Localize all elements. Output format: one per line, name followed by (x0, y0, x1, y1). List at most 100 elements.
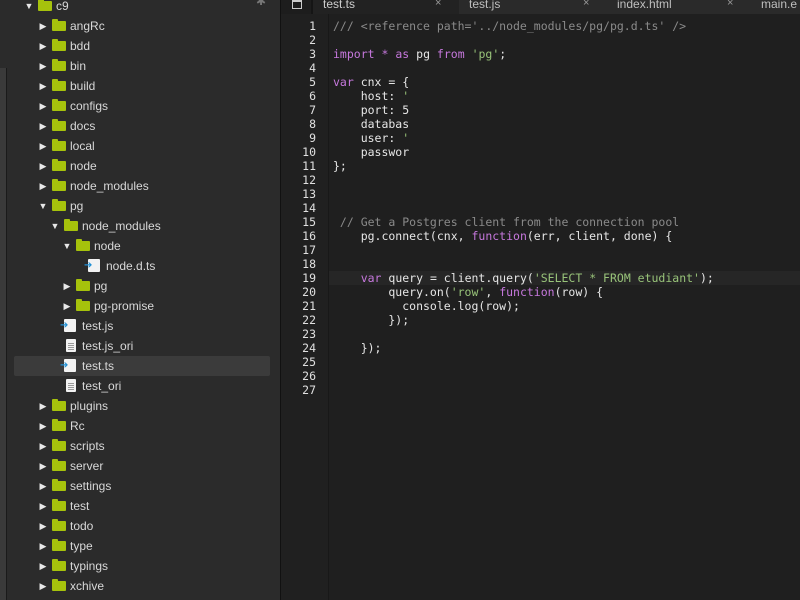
chevron-right-icon[interactable]: ▶ (38, 36, 48, 56)
tree-item[interactable]: ▶ plugins (14, 396, 270, 416)
code-line[interactable]: }); (333, 313, 409, 327)
tree-item[interactable]: ▶ angRc (14, 16, 270, 36)
tree-item[interactable]: ▶ configs (14, 96, 270, 116)
tab-0[interactable]: test.ts × (313, 0, 464, 14)
chevron-right-icon[interactable]: ▶ (38, 396, 48, 416)
chevron-right-icon[interactable]: ▶ (38, 436, 48, 456)
chevron-right-icon[interactable]: ▶ (38, 176, 48, 196)
line-number: 22 (302, 313, 316, 327)
tree-item[interactable]: ▶ type (14, 536, 270, 556)
chevron-down-icon[interactable]: ▼ (62, 236, 72, 256)
code-line[interactable]: console.log(row); (333, 299, 520, 313)
line-number-gutter: 1 2 3 4 5 6 7 8 9 10 11 12 13 14 15 16 17 18 19 20 21 22 23 24 2… (281, 14, 329, 600)
editor-panel: test.ts × test.js × index.html × main.e 123456… (280, 0, 800, 600)
tree-item[interactable]: ▶ local (14, 136, 270, 156)
tree-item[interactable]: ▶ test (14, 496, 270, 516)
chevron-right-icon[interactable]: ▶ (38, 96, 48, 116)
sidebar-edge (0, 68, 7, 600)
tab-2[interactable]: index.html × (607, 0, 756, 14)
tree-item[interactable]: test.js_ori (14, 336, 270, 356)
tree-item[interactable]: node.d.ts (14, 256, 270, 276)
chevron-down-icon[interactable]: ▼ (24, 0, 34, 16)
editor-menu-button[interactable] (281, 0, 311, 14)
code-line[interactable]: var cnx = { (333, 75, 409, 89)
chevron-right-icon[interactable]: ▶ (38, 76, 48, 96)
tree-item[interactable]: test.ts (14, 356, 270, 376)
line-number: 8 (309, 117, 316, 131)
code-line[interactable]: import * as pg from 'pg'; (333, 47, 506, 61)
chevron-right-icon[interactable]: ▶ (38, 496, 48, 516)
code-line[interactable]: }); (333, 341, 382, 355)
tree-item-label: local (70, 139, 95, 153)
folder-icon (38, 0, 52, 11)
tree-item[interactable]: ▶ docs (14, 116, 270, 136)
tree-item[interactable]: ▶ todo (14, 516, 270, 536)
tree-item[interactable]: ▶ bdd (14, 36, 270, 56)
tree-item[interactable]: ▶ settings (14, 476, 270, 496)
code-line[interactable]: // Get a Postgres client from the connec… (333, 215, 679, 229)
tree-item[interactable]: ▶ typings (14, 556, 270, 576)
code-line[interactable]: user: ' (333, 131, 410, 145)
code-line[interactable]: query.on('row', function(row) { (333, 285, 603, 299)
code-line[interactable]: }; (333, 159, 347, 173)
tree-item[interactable]: ▶ server (14, 456, 270, 476)
chevron-right-icon[interactable]: ▶ (38, 416, 48, 436)
chevron-right-icon[interactable]: ▶ (38, 16, 48, 36)
file-tree-panel: ✱ ▼ c9 ▶ angRc ▶ bdd ▶ bin ▶ build ▶ configs ▶ docs ▶ l… (0, 0, 280, 600)
tree-item-label: node_modules (82, 219, 161, 233)
chevron-right-icon[interactable]: ▶ (38, 456, 48, 476)
code-line[interactable]: passwor (333, 145, 409, 159)
code-line[interactable]: pg.connect(cnx, function(err, client, do… (333, 229, 673, 243)
tree-item[interactable]: ▼ pg (14, 196, 270, 216)
tab-label: test.js (469, 0, 501, 11)
tree-item[interactable]: ▶ bin (14, 56, 270, 76)
tree-item[interactable]: ▶ node_modules (14, 176, 270, 196)
chevron-down-icon[interactable]: ▼ (50, 216, 60, 236)
tab-1[interactable]: test.js × (459, 0, 612, 14)
chevron-right-icon[interactable]: ▶ (38, 116, 48, 136)
chevron-right-icon[interactable]: ▶ (38, 516, 48, 536)
close-icon[interactable]: × (583, 0, 589, 11)
folder-icon (52, 559, 66, 571)
chevron-right-icon[interactable]: ▶ (38, 56, 48, 76)
tree-item-root[interactable]: ▼ c9 (14, 0, 270, 16)
line-number: 26 (302, 369, 316, 383)
code-line[interactable]: /// <reference path='../node_modules/pg/… (333, 19, 686, 33)
tab-3[interactable]: main.e (751, 0, 800, 14)
chevron-right-icon[interactable]: ▶ (38, 156, 48, 176)
chevron-right-icon[interactable]: ▶ (38, 476, 48, 496)
chevron-right-icon[interactable]: ▶ (38, 136, 48, 156)
tree-item[interactable]: ▼ node (14, 236, 270, 256)
line-number: 24 (302, 341, 316, 355)
tree-item[interactable]: ▶ pg-promise (14, 296, 270, 316)
chevron-right-icon[interactable]: ▶ (38, 576, 48, 596)
line-number: 5 (309, 75, 316, 89)
tree-item[interactable]: test_ori (14, 376, 270, 396)
tree-item-label: test.js_ori (82, 339, 134, 353)
chevron-right-icon[interactable]: ▶ (38, 536, 48, 556)
typescript-file-icon (60, 316, 76, 336)
tree-item[interactable]: ▼ node_modules (14, 216, 270, 236)
tree-item-label: node (70, 159, 97, 173)
tree-item[interactable]: ▶ node (14, 156, 270, 176)
tree-item-label: xchive (70, 579, 105, 593)
tree-item[interactable]: ▶ Rc (14, 416, 270, 436)
chevron-down-icon[interactable]: ▼ (38, 196, 48, 216)
tree-item[interactable]: ▶ build (14, 76, 270, 96)
code-line[interactable]: host: ' (333, 89, 410, 103)
close-icon[interactable]: × (435, 0, 441, 11)
typescript-file-icon (84, 256, 100, 276)
tree-item[interactable]: ▶ pg (14, 276, 270, 296)
code-line[interactable]: port: 5 (333, 103, 409, 117)
chevron-right-icon[interactable]: ▶ (62, 296, 72, 316)
chevron-right-icon[interactable]: ▶ (38, 556, 48, 576)
code-line[interactable]: var query = client.query('SELECT * FROM … (333, 271, 714, 285)
chevron-right-icon[interactable]: ▶ (62, 276, 72, 296)
code-editor[interactable]: /// <reference path='../node_modules/pg/… (329, 14, 800, 600)
folder-icon (52, 499, 66, 511)
tree-item[interactable]: ▶ xchive (14, 576, 270, 596)
tree-item[interactable]: test.js (14, 316, 270, 336)
code-line[interactable]: databas (333, 117, 409, 131)
close-icon[interactable]: × (727, 0, 733, 11)
tree-item[interactable]: ▶ scripts (14, 436, 270, 456)
